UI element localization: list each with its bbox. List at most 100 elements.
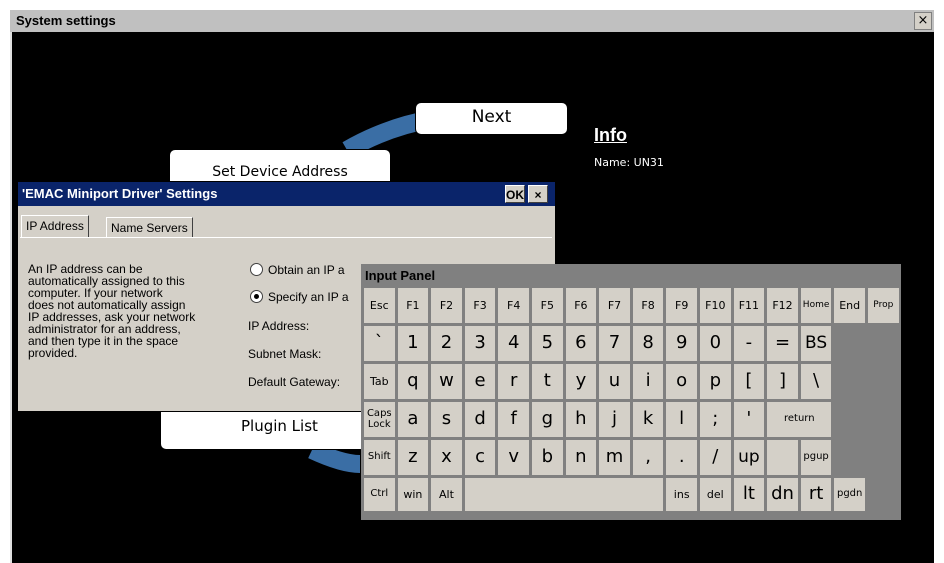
key-2[interactable]: 2 [430, 325, 463, 362]
key-ctrl[interactable]: Ctrl [363, 477, 396, 512]
key-1[interactable]: 1 [396, 325, 430, 362]
key-f11[interactable]: F11 [732, 287, 766, 324]
key-l[interactable]: l [665, 401, 698, 438]
key-8[interactable]: 8 [631, 325, 665, 362]
key-z[interactable]: z [396, 439, 430, 476]
key-'[interactable]: ' [732, 401, 766, 438]
key-;[interactable]: ; [699, 401, 732, 438]
key-x[interactable]: x [430, 439, 463, 476]
key-e[interactable]: e [463, 363, 497, 400]
key-f6[interactable]: F6 [564, 287, 598, 324]
key-prop[interactable]: Prop [867, 287, 900, 324]
key-f9[interactable]: F9 [665, 287, 698, 324]
key-f3[interactable]: F3 [463, 287, 497, 324]
key-up[interactable]: up [732, 439, 766, 476]
key-home[interactable]: Home [799, 287, 833, 324]
key-=[interactable]: = [766, 325, 799, 362]
key-dn[interactable]: dn [766, 477, 799, 512]
key-del[interactable]: del [699, 477, 732, 512]
key-f8[interactable]: F8 [631, 287, 665, 324]
dialog-titlebar: 'EMAC Miniport Driver' Settings OK × [18, 182, 555, 206]
radio-obtain-ip-label[interactable]: Obtain an IP a [268, 264, 345, 276]
key-f[interactable]: f [497, 401, 530, 438]
key-i[interactable]: i [631, 363, 665, 400]
key-u[interactable]: u [598, 363, 631, 400]
key-3[interactable]: 3 [463, 325, 497, 362]
ip-description: An IP address can be automatically assign… [28, 263, 253, 359]
next-button[interactable]: Next [415, 102, 568, 135]
key-.[interactable]: . [665, 439, 698, 476]
key-win[interactable]: win [396, 477, 430, 512]
key-f2[interactable]: F2 [430, 287, 463, 324]
key-shift[interactable]: Shift [363, 439, 396, 476]
key-end[interactable]: End [833, 287, 866, 324]
key-y[interactable]: y [564, 363, 598, 400]
key-t[interactable]: t [531, 363, 564, 400]
key-d[interactable]: d [463, 401, 497, 438]
default-gateway-label: Default Gateway: [248, 375, 341, 389]
key-return[interactable]: return [766, 401, 833, 438]
key-9[interactable]: 9 [665, 325, 698, 362]
key-g[interactable]: g [531, 401, 564, 438]
key-f1[interactable]: F1 [396, 287, 430, 324]
key-6[interactable]: 6 [564, 325, 598, 362]
key-m[interactable]: m [598, 439, 631, 476]
key-\[interactable]: \ [799, 363, 833, 400]
radio-obtain-ip[interactable] [250, 263, 263, 276]
key-q[interactable]: q [396, 363, 430, 400]
key-caps-lock[interactable]: Caps Lock [363, 401, 396, 438]
key-f5[interactable]: F5 [531, 287, 564, 324]
window-titlebar: System settings × [10, 10, 934, 33]
key-p[interactable]: p [699, 363, 732, 400]
key-b[interactable]: b [531, 439, 564, 476]
key-k[interactable]: k [631, 401, 665, 438]
key-ins[interactable]: ins [665, 477, 698, 512]
key-lt[interactable]: lt [732, 477, 766, 512]
key-4[interactable]: 4 [497, 325, 530, 362]
key-c[interactable]: c [463, 439, 497, 476]
dialog-title: 'EMAC Miniport Driver' Settings [22, 186, 218, 201]
window-title: System settings [16, 13, 116, 28]
tab-page-separator [20, 237, 552, 238]
key-rt[interactable]: rt [799, 477, 833, 512]
key-space[interactable] [463, 477, 665, 512]
key-0[interactable]: 0 [699, 325, 732, 362]
window-close-button[interactable]: × [914, 12, 932, 30]
key-blank[interactable] [766, 439, 799, 476]
key-o[interactable]: o [665, 363, 698, 400]
key-s[interactable]: s [430, 401, 463, 438]
key-j[interactable]: j [598, 401, 631, 438]
tab-ip-address[interactable]: IP Address [21, 215, 89, 238]
key-f12[interactable]: F12 [766, 287, 799, 324]
key-f7[interactable]: F7 [598, 287, 631, 324]
key-v[interactable]: v [497, 439, 530, 476]
key-bs[interactable]: BS [799, 325, 833, 362]
input-panel-title: Input Panel [365, 268, 436, 283]
radio-specify-ip-label[interactable]: Specify an IP a [268, 291, 349, 303]
key-5[interactable]: 5 [531, 325, 564, 362]
info-name-line: Name: UN31 [594, 156, 664, 169]
key-r[interactable]: r [497, 363, 530, 400]
key-f10[interactable]: F10 [699, 287, 732, 324]
tab-name-servers[interactable]: Name Servers [106, 217, 193, 238]
key-n[interactable]: n [564, 439, 598, 476]
key-tab[interactable]: Tab [363, 363, 396, 400]
radio-specify-ip[interactable] [250, 290, 263, 303]
key-alt[interactable]: Alt [430, 477, 463, 512]
key-,[interactable]: , [631, 439, 665, 476]
dialog-ok-button[interactable]: OK [505, 185, 525, 203]
key-7[interactable]: 7 [598, 325, 631, 362]
key-][interactable]: ] [766, 363, 799, 400]
key-pgdn[interactable]: pgdn [833, 477, 866, 512]
key-h[interactable]: h [564, 401, 598, 438]
key-f4[interactable]: F4 [497, 287, 530, 324]
key-`[interactable]: ` [363, 325, 396, 362]
dialog-close-button[interactable]: × [528, 185, 548, 203]
key-[[interactable]: [ [732, 363, 766, 400]
key-/[interactable]: / [699, 439, 732, 476]
key-a[interactable]: a [396, 401, 430, 438]
key-pgup[interactable]: pgup [799, 439, 833, 476]
key-esc[interactable]: Esc [363, 287, 396, 324]
key--[interactable]: - [732, 325, 766, 362]
key-w[interactable]: w [430, 363, 463, 400]
